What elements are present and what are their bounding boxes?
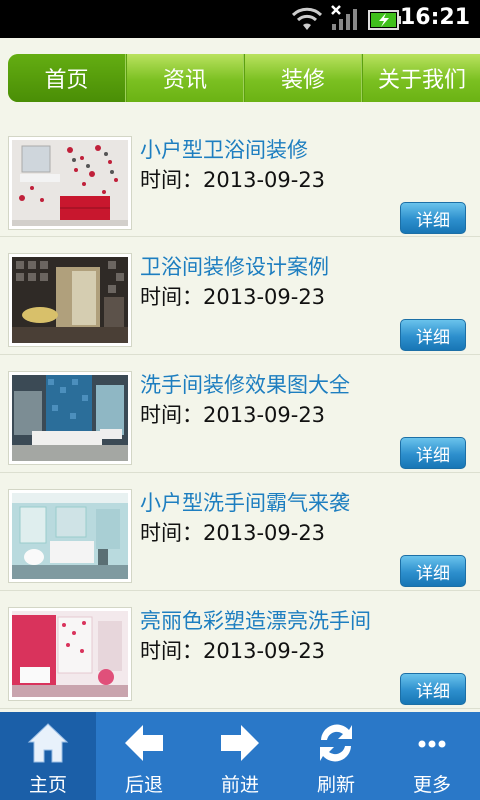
article-list: 小户型卫浴间装修 时间：2013-09-23 详细 卫浴间装修设计案例 时间：2… (0, 120, 480, 712)
bathroom-image (12, 375, 128, 461)
tab-about-us[interactable]: 关于我们 (362, 54, 480, 102)
clock: 16:21 (399, 5, 470, 30)
list-item[interactable]: 小户型洗手间霸气来袭 时间：2013-09-23 详细 (0, 473, 480, 591)
article-title[interactable]: 小户型卫浴间装修 (140, 134, 308, 164)
bathroom-image (12, 493, 128, 579)
detail-button[interactable]: 详细 (400, 319, 466, 351)
tab-bar-container: 首页 资讯 装修 关于我们 (0, 38, 480, 120)
article-time: 时间：2013-09-23 (140, 285, 326, 309)
nav-label: 更多 (412, 774, 451, 796)
nav-label: 后退 (124, 774, 163, 796)
article-thumbnail[interactable] (8, 371, 132, 465)
nav-label: 刷新 (316, 774, 355, 796)
nav-back[interactable]: 后退 (96, 712, 192, 800)
article-title[interactable]: 洗手间装修效果图大全 (140, 369, 350, 399)
article-time: 时间：2013-09-23 (140, 521, 326, 545)
list-item[interactable]: 小户型卫浴间装修 时间：2013-09-23 详细 (0, 120, 480, 237)
detail-button[interactable]: 详细 (400, 555, 466, 587)
nav-home[interactable]: 主页 (0, 712, 96, 800)
nav-refresh[interactable]: 刷新 (288, 712, 384, 800)
nav-label: 主页 (28, 774, 67, 796)
detail-button[interactable]: 详细 (400, 437, 466, 469)
article-thumbnail[interactable] (8, 489, 132, 583)
tab-news[interactable]: 资讯 (126, 54, 244, 102)
tab-home[interactable]: 首页 (8, 54, 126, 102)
signal-icon (331, 5, 357, 30)
detail-button[interactable]: 详细 (400, 673, 466, 705)
more-icon (418, 740, 446, 748)
article-time: 时间：2013-09-23 (140, 168, 326, 192)
home-icon (27, 723, 69, 763)
battery-charging-icon (368, 10, 401, 30)
article-title[interactable]: 亮丽色彩塑造漂亮洗手间 (140, 605, 371, 635)
nav-more[interactable]: 更多 (384, 712, 480, 800)
detail-button[interactable]: 详细 (400, 202, 466, 234)
tab-bar: 首页 资讯 装修 关于我们 (8, 54, 480, 102)
list-item[interactable]: 亮丽色彩塑造漂亮洗手间 时间：2013-09-23 详细 (0, 591, 480, 709)
bathroom-image (12, 140, 128, 226)
article-time: 时间：2013-09-23 (140, 639, 326, 663)
article-title[interactable]: 小户型洗手间霸气来袭 (140, 487, 350, 517)
article-time: 时间：2013-09-23 (140, 403, 326, 427)
bathroom-image (12, 257, 128, 343)
tab-decoration[interactable]: 装修 (244, 54, 362, 102)
forward-arrow-icon (221, 725, 259, 761)
wifi-icon (291, 7, 323, 30)
article-thumbnail[interactable] (8, 607, 132, 701)
article-thumbnail[interactable] (8, 253, 132, 347)
refresh-icon (320, 724, 352, 762)
bottom-nav: 主页 后退 前进 刷新 更多 (0, 712, 480, 800)
status-bar: 16:21 (0, 0, 480, 38)
article-thumbnail[interactable] (8, 136, 132, 230)
list-item[interactable]: 洗手间装修效果图大全 时间：2013-09-23 详细 (0, 355, 480, 473)
back-arrow-icon (125, 725, 163, 761)
nav-forward[interactable]: 前进 (192, 712, 288, 800)
list-item[interactable]: 卫浴间装修设计案例 时间：2013-09-23 详细 (0, 237, 480, 355)
bathroom-image (12, 611, 128, 697)
article-title[interactable]: 卫浴间装修设计案例 (140, 251, 329, 281)
nav-label: 前进 (220, 774, 259, 796)
